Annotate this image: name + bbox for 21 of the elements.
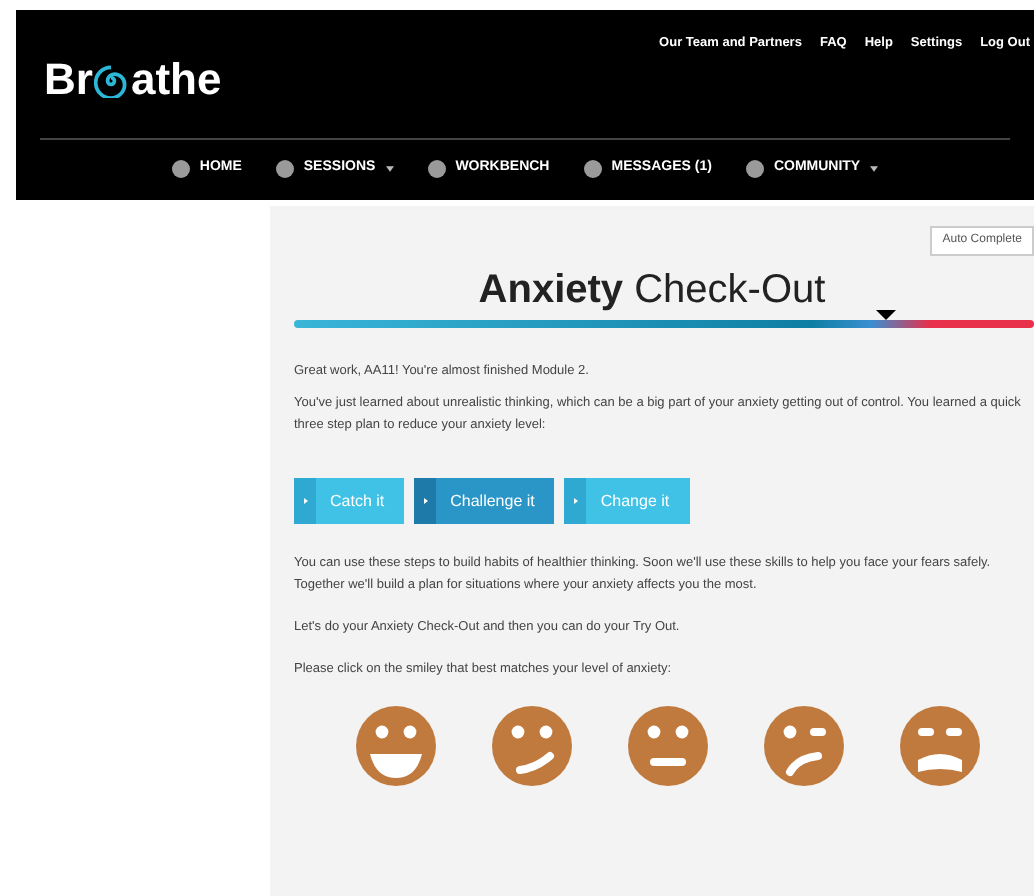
logo-text: athe (130, 58, 222, 102)
nav-icon (275, 160, 294, 178)
smiley-button[interactable] (900, 706, 980, 786)
smiley-button[interactable] (492, 706, 572, 786)
nav-icon (745, 160, 764, 178)
spiral-icon (94, 63, 129, 97)
nav-icon (427, 160, 446, 178)
smiley-button[interactable] (764, 706, 844, 786)
smiley-button[interactable] (356, 706, 436, 786)
smiley-icon (764, 706, 844, 786)
smiley-button[interactable] (628, 706, 708, 786)
smiley-icon (628, 706, 708, 786)
smiley-icon (492, 706, 572, 786)
nav-icon (583, 160, 602, 178)
chevron-icon (573, 498, 578, 504)
logo-text: Br (44, 58, 93, 102)
smiley-icon (356, 706, 436, 786)
nav-icon (171, 160, 190, 178)
page-title: Anxiety Check-Out (476, 270, 828, 310)
smiley-icon (900, 706, 980, 786)
chevron-icon (423, 498, 428, 504)
